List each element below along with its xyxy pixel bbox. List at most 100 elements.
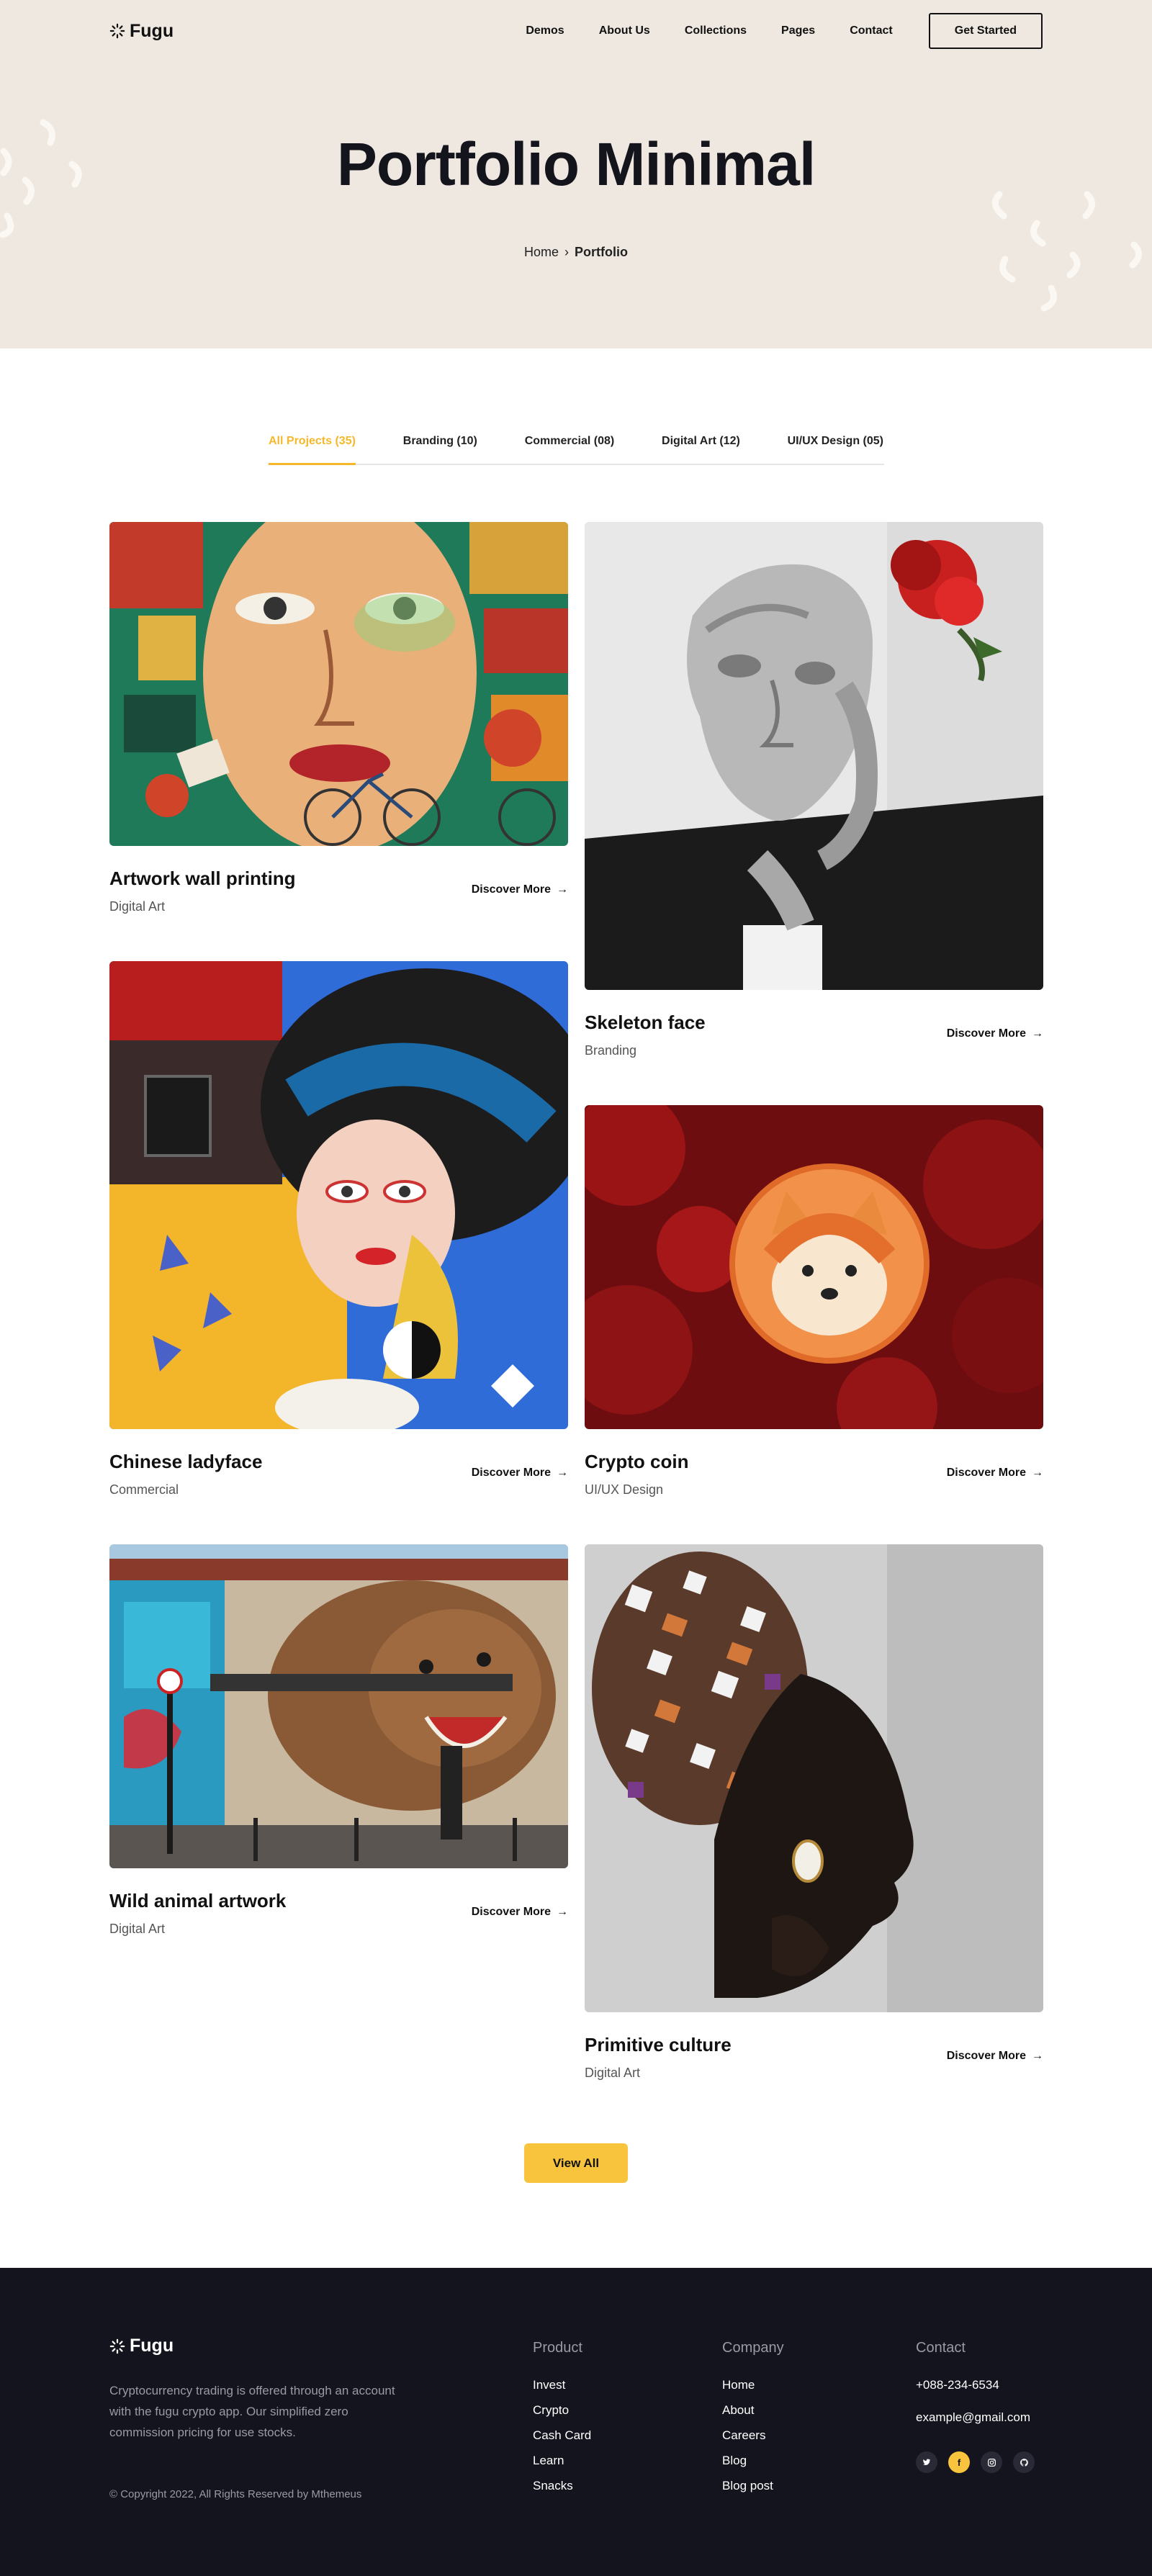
discover-more-label: Discover More <box>946 1027 1026 1040</box>
project-meta: Wild animal artwork Digital Art Discover… <box>109 1868 568 1936</box>
discover-more-link[interactable]: Discover More → <box>947 2050 1043 2063</box>
project-image[interactable] <box>585 1544 1043 2012</box>
footer-link[interactable]: Invest <box>533 2378 591 2403</box>
breadcrumb: Home › Portfolio <box>0 245 1152 260</box>
footer-link[interactable]: Crypto <box>533 2403 591 2428</box>
project-image[interactable] <box>109 1544 568 1868</box>
breadcrumb-separator: › <box>564 245 569 259</box>
project-title[interactable]: Chinese ladyface <box>109 1451 262 1473</box>
project-title[interactable]: Artwork wall printing <box>109 868 296 890</box>
discover-more-link[interactable]: Discover More → <box>472 1906 568 1919</box>
arrow-right-icon: → <box>1032 2050 1043 2062</box>
project-card: Primitive culture Digital Art Discover M… <box>585 1544 1043 2080</box>
tab-commercial[interactable]: Commercial (08) <box>525 435 615 465</box>
project-category: Commercial <box>109 1482 179 1497</box>
instagram-icon[interactable] <box>981 2451 1002 2473</box>
arrow-right-icon: → <box>1032 1027 1043 1040</box>
nav-link-demos[interactable]: Demos <box>526 24 564 37</box>
portfolio-filter-tabs: All Projects (35) Branding (10) Commerci… <box>268 435 884 465</box>
footer-heading: Product <box>533 2340 582 2356</box>
copyright: © Copyright 2022, All Rights Reserved by… <box>109 2488 362 2500</box>
project-title[interactable]: Crypto coin <box>585 1451 688 1473</box>
footer-link[interactable]: Home <box>722 2378 784 2403</box>
project-image[interactable] <box>585 1105 1043 1429</box>
arrow-right-icon: → <box>557 1467 568 1479</box>
discover-more-link[interactable]: Discover More → <box>947 1027 1043 1040</box>
discover-more-link[interactable]: Discover More → <box>472 1467 568 1480</box>
discover-more-label: Discover More <box>471 1906 551 1918</box>
footer-heading: Contact <box>916 2340 966 2356</box>
discover-more-label: Discover More <box>471 1467 551 1479</box>
hero-section: Fugu Demos About Us Collections Pages Co… <box>0 0 1152 348</box>
footer-link[interactable]: Blog post <box>722 2479 784 2504</box>
project-meta: Primitive culture Digital Art Discover M… <box>585 2012 1043 2080</box>
project-card: Artwork wall printing Digital Art Discov… <box>109 522 568 914</box>
arrow-right-icon: → <box>1032 1467 1043 1479</box>
brand-logo[interactable]: Fugu <box>109 21 174 42</box>
project-category: Digital Art <box>585 2066 641 2080</box>
project-card: Skeleton face Branding Discover More → <box>585 522 1043 1058</box>
arrow-right-icon: → <box>557 883 568 896</box>
project-meta: Chinese ladyface Commercial Discover Mor… <box>109 1429 568 1497</box>
footer-link[interactable]: Cash Card <box>533 2428 591 2454</box>
project-image[interactable] <box>109 522 568 846</box>
nav-links: Demos About Us Collections Pages Contact <box>526 24 892 37</box>
footer-brand-logo[interactable]: Fugu <box>109 2336 174 2356</box>
nav-link-collections[interactable]: Collections <box>685 24 747 37</box>
project-title[interactable]: Primitive culture <box>585 2034 732 2056</box>
footer-description: Cryptocurrency trading is offered throug… <box>109 2384 395 2439</box>
project-image[interactable] <box>109 961 568 1429</box>
footer-link[interactable]: Blog <box>722 2454 784 2479</box>
footer-contact-column: Contact +088-234-6534 example@gmail.com … <box>916 2340 1035 2473</box>
brand-name: Fugu <box>130 20 174 41</box>
project-card: Wild animal artwork Digital Art Discover… <box>109 1544 568 1936</box>
breadcrumb-current: Portfolio <box>575 245 628 259</box>
nav-link-about[interactable]: About Us <box>599 24 650 37</box>
project-category: Digital Art <box>109 1922 166 1936</box>
sparkle-logo-icon <box>109 2338 125 2354</box>
contact-phone[interactable]: +088-234-6534 <box>916 2378 1035 2410</box>
project-title[interactable]: Wild animal artwork <box>109 1890 286 1912</box>
project-category: UI/UX Design <box>585 1482 664 1497</box>
page-title: Portfolio Minimal <box>336 130 816 198</box>
tab-branding[interactable]: Branding (10) <box>403 435 477 465</box>
footer-heading: Company <box>722 2340 784 2356</box>
project-category: Digital Art <box>109 899 166 914</box>
github-icon[interactable] <box>1013 2451 1035 2473</box>
project-meta: Skeleton face Branding Discover More → <box>585 990 1043 1058</box>
site-footer: Fugu Cryptocurrency trading is offered t… <box>0 2268 1152 2576</box>
discover-more-link[interactable]: Discover More → <box>472 883 568 896</box>
contact-email[interactable]: example@gmail.com <box>916 2410 1035 2443</box>
tab-uiux-design[interactable]: UI/UX Design (05) <box>788 435 883 465</box>
footer-link[interactable]: Learn <box>533 2454 591 2479</box>
top-nav: Fugu Demos About Us Collections Pages Co… <box>109 13 1043 49</box>
footer-link[interactable]: About <box>722 2403 784 2428</box>
footer-link[interactable]: Snacks <box>533 2479 591 2504</box>
nav-link-pages[interactable]: Pages <box>781 24 815 37</box>
discover-more-label: Discover More <box>471 883 551 896</box>
tab-all-projects[interactable]: All Projects (35) <box>269 435 356 465</box>
view-all-button[interactable]: View All <box>524 2143 628 2183</box>
project-meta: Crypto coin UI/UX Design Discover More → <box>585 1429 1043 1497</box>
project-card: Crypto coin UI/UX Design Discover More → <box>585 1105 1043 1497</box>
breadcrumb-home[interactable]: Home <box>524 245 559 259</box>
project-card: Chinese ladyface Commercial Discover Mor… <box>109 961 568 1497</box>
get-started-button[interactable]: Get Started <box>928 13 1043 49</box>
project-meta: Artwork wall printing Digital Art Discov… <box>109 846 568 914</box>
footer-link[interactable]: Careers <box>722 2428 784 2454</box>
discover-more-label: Discover More <box>946 2050 1026 2062</box>
twitter-icon[interactable] <box>916 2451 937 2473</box>
facebook-icon[interactable]: f <box>948 2451 970 2473</box>
footer-product-column: Product Invest Crypto Cash Card Learn Sn… <box>533 2340 591 2504</box>
discover-more-link[interactable]: Discover More → <box>947 1467 1043 1480</box>
social-links: f <box>916 2451 1035 2473</box>
arrow-right-icon: → <box>557 1906 568 1918</box>
sparkle-logo-icon <box>109 23 125 39</box>
footer-company-column: Company Home About Careers Blog Blog pos… <box>722 2340 784 2504</box>
footer-brand-name: Fugu <box>130 2336 174 2356</box>
project-image[interactable] <box>585 522 1043 990</box>
project-title[interactable]: Skeleton face <box>585 1012 706 1034</box>
discover-more-label: Discover More <box>946 1467 1026 1479</box>
tab-digital-art[interactable]: Digital Art (12) <box>662 435 740 465</box>
nav-link-contact[interactable]: Contact <box>850 24 893 37</box>
